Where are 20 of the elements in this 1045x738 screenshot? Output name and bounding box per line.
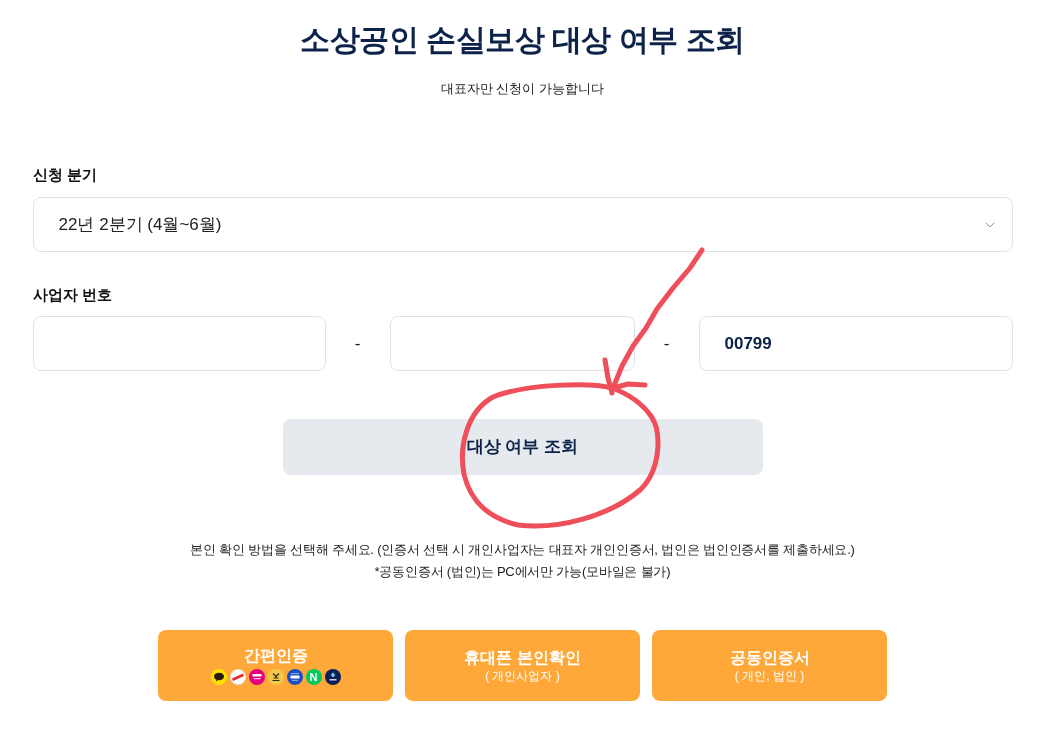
field-label: 사업자 번호 — [32, 285, 112, 305]
diamond-badge-icon — [324, 669, 341, 685]
notice-text: *공동인증서 (법인)는 PC에서만 가능(모바일은 불가) — [374, 563, 671, 581]
striped-badge-icon — [286, 669, 303, 685]
business-number-field[interactable]: 00799 — [698, 316, 1013, 371]
letter-badge-icon: N — [305, 669, 322, 685]
banner-icon — [229, 669, 246, 685]
page-title: 소상공인 손실보상 대상 여부 조회 — [300, 22, 745, 58]
business-number-field[interactable] — [32, 316, 326, 371]
notice-text: 본인 확인 방법을 선택해 주세요. (인증서 선택 시 개인사업자는 대표자 개인인증서, 법인은 법인인증서를 제출하세요.) — [190, 541, 855, 559]
business-number-field[interactable] — [389, 316, 635, 371]
emblem-badge-icon — [267, 669, 284, 685]
separator-dash: - — [353, 332, 362, 355]
chat-bubble-icon — [210, 669, 227, 685]
separator-dash: - — [662, 332, 671, 355]
quarter-select[interactable]: 22년 2분기 (4월~6월) — [32, 197, 1013, 252]
lookup-button[interactable]: 대상 여부 조회 — [282, 419, 763, 475]
field-label: 신청 분기 — [32, 165, 97, 185]
page-subtitle: 대표자만 신청이 가능합니다 — [440, 80, 605, 98]
striped-badge-icon — [248, 669, 265, 685]
